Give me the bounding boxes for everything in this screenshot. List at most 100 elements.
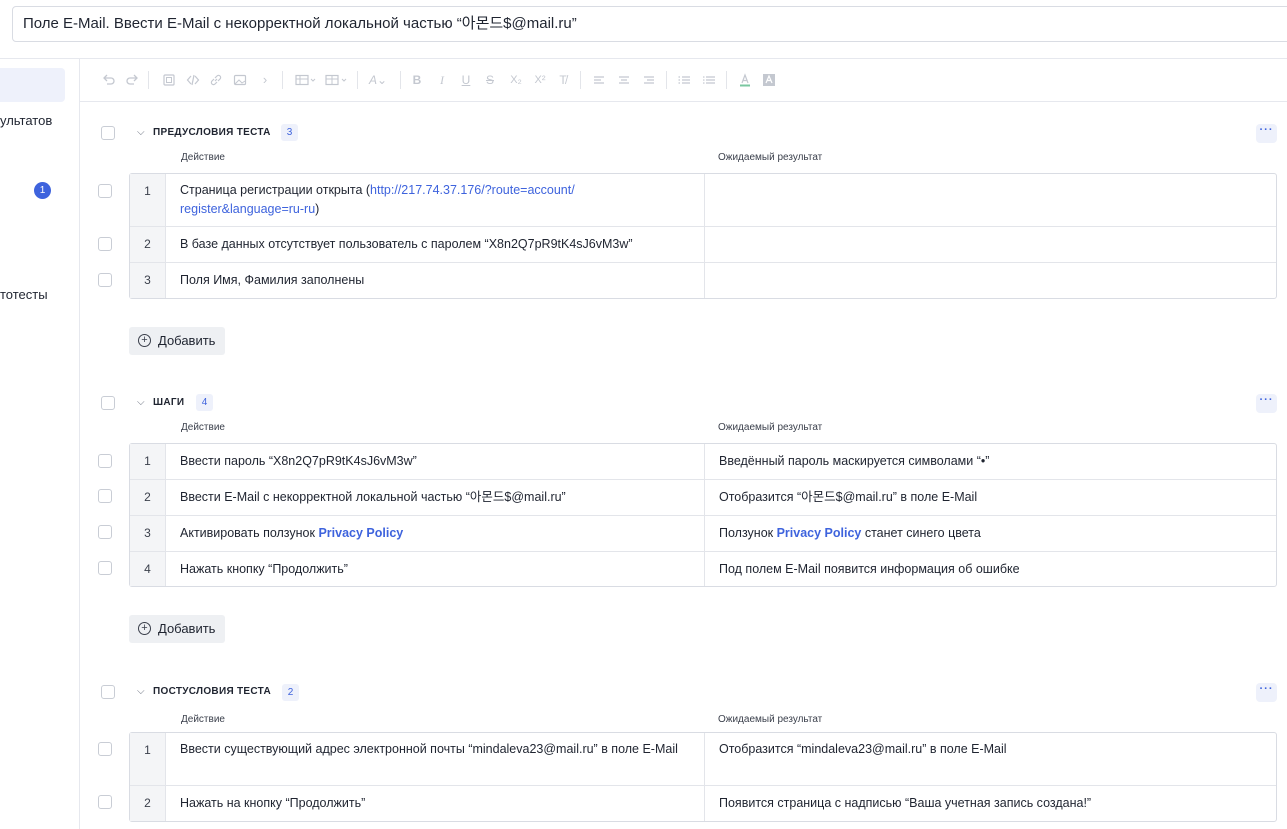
row-checkbox[interactable]: [98, 742, 112, 756]
row-checkbox[interactable]: [98, 525, 112, 539]
table-row[interactable]: 2 В базе данных отсутствует пользователь…: [130, 227, 1276, 263]
row-expected[interactable]: Отобразится “아몬드$@mail.ru” в поле E-Mail: [704, 480, 1276, 515]
align-center-icon[interactable]: [617, 72, 631, 88]
more-options-button[interactable]: ···: [1256, 124, 1277, 143]
steps-select-all-checkbox[interactable]: [101, 396, 115, 410]
chevron-down-icon[interactable]: ⌵: [137, 127, 145, 138]
subscript-icon[interactable]: X₂: [508, 72, 524, 88]
row-number: 3: [130, 516, 166, 551]
more-options-button[interactable]: ···: [1256, 683, 1277, 702]
link-icon[interactable]: [209, 72, 223, 88]
sidebar-item-active[interactable]: [0, 68, 65, 102]
column-header-expected: Ожидаемый результат: [718, 152, 823, 163]
row-action[interactable]: Поля Имя, Фамилия заполнены: [180, 271, 690, 290]
row-checkbox[interactable]: [98, 561, 112, 575]
section-title: ПРЕДУСЛОВИЯ ТЕСТА: [153, 127, 271, 138]
row-expected[interactable]: [704, 227, 1276, 262]
row-expected[interactable]: Введённый пароль маскируется символами “…: [704, 444, 1276, 479]
chevron-right-icon[interactable]: ›: [260, 72, 270, 88]
picture-icon[interactable]: [233, 72, 247, 88]
column-header-action: Действие: [181, 714, 225, 725]
row-action[interactable]: В базе данных отсутствует пользователь с…: [180, 235, 690, 254]
row-expected[interactable]: [704, 174, 1276, 226]
sidebar-count-badge: 1: [34, 182, 51, 199]
row-number: 2: [130, 786, 166, 821]
redo-icon[interactable]: [125, 72, 139, 88]
row-number: 4: [130, 552, 166, 586]
italic-icon[interactable]: I: [436, 72, 448, 88]
table-row[interactable]: 2 Нажать на кнопку “Продолжить” Появится…: [130, 786, 1276, 821]
sidebar-item-results[interactable]: ультатов: [0, 113, 52, 128]
row-action[interactable]: Страница регистрации открыта (http://217…: [180, 181, 690, 219]
section-title: ШАГИ: [153, 397, 185, 408]
sidebar-item-autotests[interactable]: тотесты: [0, 287, 48, 302]
row-expected[interactable]: Ползунок Privacy Policy станет синего цв…: [704, 516, 1276, 551]
undo-icon[interactable]: [102, 72, 116, 88]
row-action[interactable]: Нажать кнопку “Продолжить”: [180, 560, 690, 579]
section-count-badge: 4: [196, 394, 213, 411]
text-style-icon[interactable]: A⌄: [366, 72, 390, 88]
row-checkbox[interactable]: [98, 273, 112, 287]
clear-format-icon[interactable]: T̸: [556, 72, 570, 88]
table-row[interactable]: 3 Активировать ползунок Privacy Policy П…: [130, 516, 1276, 552]
preconditions-table: 1 Страница регистрации открыта (http://2…: [129, 173, 1277, 299]
table-row[interactable]: 1 Ввести существующий адрес электронной …: [130, 733, 1276, 786]
test-case-title-input[interactable]: Поле E-Mail. Ввести E-Mail с некорректно…: [12, 6, 1287, 42]
row-action[interactable]: Ввести E-Mail с некорректной локальной ч…: [180, 488, 690, 507]
row-expected[interactable]: Под полем E-Mail появится информация об …: [704, 552, 1276, 586]
table-row[interactable]: 4 Нажать кнопку “Продолжить” Под полем E…: [130, 552, 1276, 586]
superscript-icon[interactable]: X²: [532, 72, 548, 88]
editor-toolbar: › A⌄ B I U S X₂ X² T̸: [80, 59, 1287, 102]
align-left-icon[interactable]: [592, 72, 606, 88]
toolbar-divider: [282, 71, 283, 89]
column-header-action: Действие: [181, 422, 225, 433]
privacy-policy-link[interactable]: Privacy Policy: [318, 526, 403, 540]
row-expected[interactable]: [704, 263, 1276, 298]
table-row[interactable]: 2 Ввести E-Mail с некорректной локальной…: [130, 480, 1276, 516]
preconditions-select-all-checkbox[interactable]: [101, 126, 115, 140]
image-icon[interactable]: [162, 72, 176, 88]
strikethrough-icon[interactable]: S: [484, 72, 496, 88]
section-title: ПОСТУСЛОВИЯ ТЕСТА: [153, 686, 271, 697]
toolbar-divider: [580, 71, 581, 89]
underline-icon[interactable]: U: [460, 72, 472, 88]
chevron-down-icon[interactable]: ⌵: [137, 686, 145, 697]
table-edit-icon[interactable]: [325, 72, 349, 88]
text-color-icon[interactable]: [738, 72, 752, 88]
row-expected[interactable]: Отобразится “mindaleva23@mail.ru” в поле…: [704, 733, 1276, 785]
add-precondition-button[interactable]: + Добавить: [129, 327, 225, 355]
ordered-list-icon[interactable]: [677, 72, 691, 88]
row-action[interactable]: Нажать на кнопку “Продолжить”: [180, 794, 690, 813]
table-icon[interactable]: [295, 72, 317, 88]
row-checkbox[interactable]: [98, 795, 112, 809]
bold-icon[interactable]: B: [411, 72, 423, 88]
row-number: 2: [130, 480, 166, 515]
row-checkbox[interactable]: [98, 489, 112, 503]
steps-table: 1 Ввести пароль “X8n2Q7pR9tK4sJ6vM3w” Вв…: [129, 443, 1277, 587]
row-action[interactable]: Активировать ползунок Privacy Policy: [180, 524, 690, 543]
table-row[interactable]: 1 Ввести пароль “X8n2Q7pR9tK4sJ6vM3w” Вв…: [130, 444, 1276, 480]
row-expected[interactable]: Появится страница с надписью “Ваша учетн…: [704, 786, 1276, 821]
row-action[interactable]: Ввести существующий адрес электронной по…: [180, 740, 690, 759]
bullet-list-icon[interactable]: [702, 72, 716, 88]
row-action[interactable]: Ввести пароль “X8n2Q7pR9tK4sJ6vM3w”: [180, 452, 690, 471]
sidebar: ультатов 1 тотесты: [0, 59, 80, 829]
postconditions-header: ⌵ ПОСТУСЛОВИЯ ТЕСТА 2 ···: [80, 682, 1287, 702]
table-row[interactable]: 3 Поля Имя, Фамилия заполнены: [130, 263, 1276, 298]
align-right-icon[interactable]: [642, 72, 656, 88]
privacy-policy-link[interactable]: Privacy Policy: [777, 526, 862, 540]
row-checkbox[interactable]: [98, 454, 112, 468]
steps-header: ⌵ ШАГИ 4 ···: [80, 394, 1287, 414]
row-checkbox[interactable]: [98, 237, 112, 251]
section-count-badge: 3: [281, 124, 298, 141]
table-row[interactable]: 1 Страница регистрации открыта (http://2…: [130, 174, 1276, 227]
row-checkbox[interactable]: [98, 184, 112, 198]
row-number: 1: [130, 444, 166, 479]
highlight-icon[interactable]: [762, 72, 776, 88]
chevron-down-icon[interactable]: ⌵: [137, 397, 145, 408]
postconditions-select-all-checkbox[interactable]: [101, 685, 115, 699]
add-step-button[interactable]: + Добавить: [129, 615, 225, 643]
more-options-button[interactable]: ···: [1256, 394, 1277, 413]
code-icon[interactable]: [186, 72, 200, 88]
plus-circle-icon: +: [138, 622, 151, 635]
